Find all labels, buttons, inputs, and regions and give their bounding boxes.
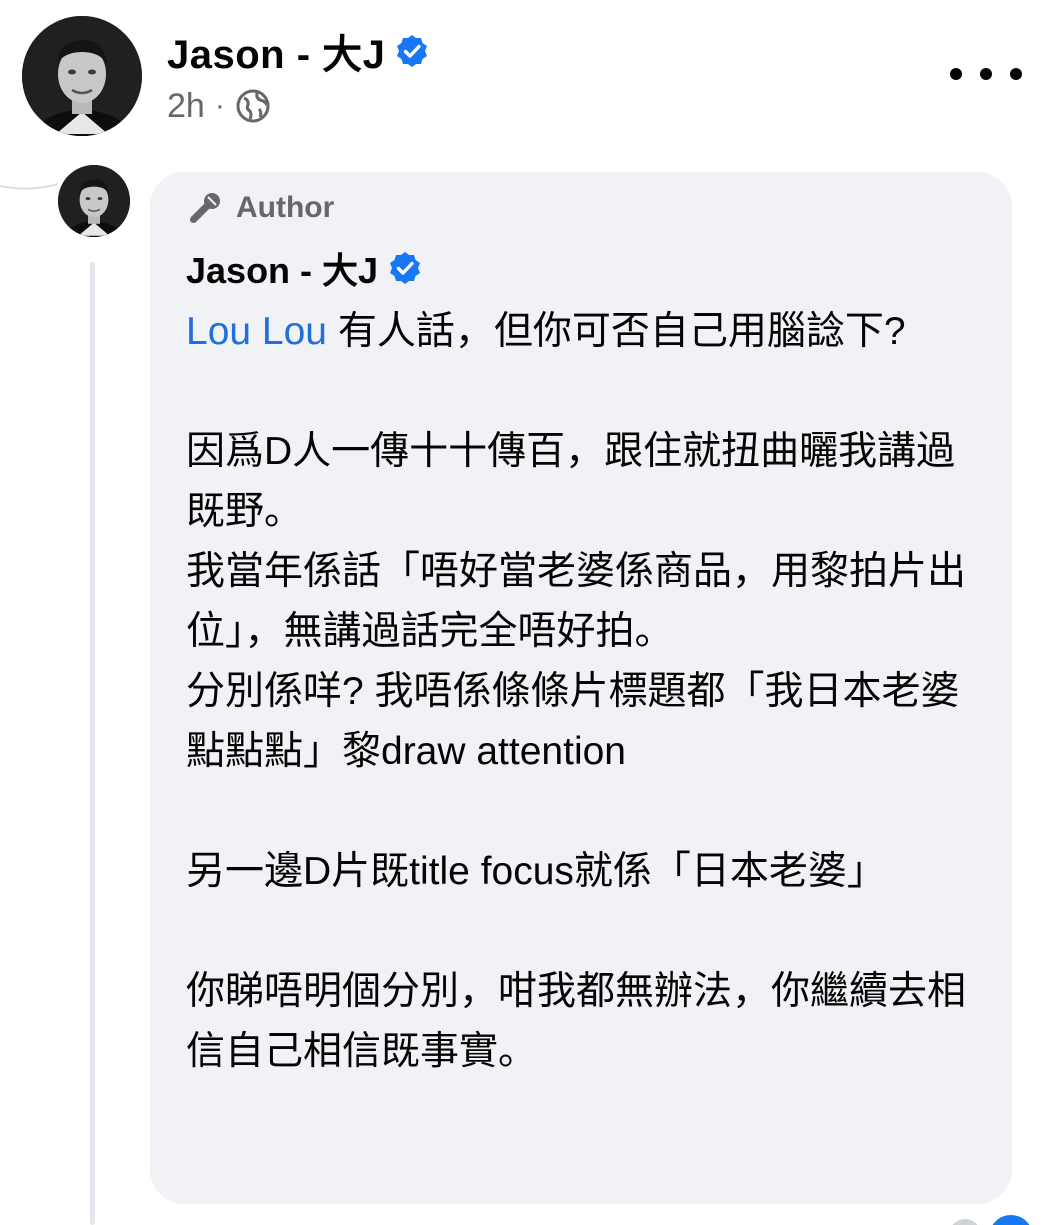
- post-header: Jason - 大J 2h ·: [0, 0, 1057, 150]
- post-timestamp[interactable]: 2h: [167, 87, 205, 126]
- avatar-photo: [22, 16, 142, 136]
- more-dots-icon: [1010, 68, 1022, 80]
- meta-separator: ·: [214, 89, 225, 122]
- reaction-icons[interactable]: [945, 1205, 1035, 1225]
- post-meta: 2h ·: [167, 84, 271, 128]
- avatar-photo: [58, 165, 130, 237]
- globe-icon[interactable]: [235, 88, 271, 124]
- comment-body: Lou Lou 有人話，但你可否自己用腦諗下? 因爲D人一傳十十傳百，跟住就扭曲…: [186, 302, 976, 1082]
- thread-line: [90, 262, 95, 1225]
- author-badge-label: Author: [236, 191, 335, 224]
- comment-author-row: Jason - 大J: [186, 246, 976, 291]
- thread-connector: [0, 183, 59, 190]
- post-author-avatar[interactable]: [22, 16, 142, 136]
- comment-paragraph: 因爲D人一傳十十傳百，跟住就扭曲曬我講過既野。: [186, 430, 956, 533]
- more-options-button[interactable]: [950, 52, 1022, 96]
- more-dots-icon: [950, 68, 962, 80]
- comment-paragraph: 分別係咩? 我唔係條條片標題都「我日本老婆點點點」黎draw attention: [186, 670, 960, 773]
- author-badge: Author: [186, 188, 976, 228]
- comment-paragraph: Lou Lou 有人話，但你可否自己用腦諗下?: [186, 310, 906, 353]
- post-author-name[interactable]: Jason - 大J: [167, 22, 385, 80]
- mention-link[interactable]: Lou Lou: [186, 310, 327, 353]
- more-dots-icon: [980, 68, 992, 80]
- microphone-icon: [186, 189, 224, 227]
- post-author-row: Jason - 大J: [167, 24, 429, 78]
- comment-bubble: Author Jason - 大J Lou Lou 有人話，但你可否自己用腦諗下…: [150, 172, 1012, 1204]
- comment-author-avatar[interactable]: [58, 165, 130, 237]
- comment-author-name[interactable]: Jason - 大J: [186, 242, 378, 294]
- verified-badge-icon: [388, 251, 422, 285]
- comment-paragraph: 我當年係話「唔好當老婆係商品，用黎拍片出位」，無講過話完全唔好拍。: [186, 550, 967, 653]
- comment-paragraph: 你睇唔明個分別，咁我都無辦法，你繼續去相信自己相信既事實。: [186, 970, 967, 1073]
- comment-paragraph: 另一邊D片既title focus就係「日本老婆」: [186, 850, 886, 893]
- verified-badge-icon: [395, 34, 429, 68]
